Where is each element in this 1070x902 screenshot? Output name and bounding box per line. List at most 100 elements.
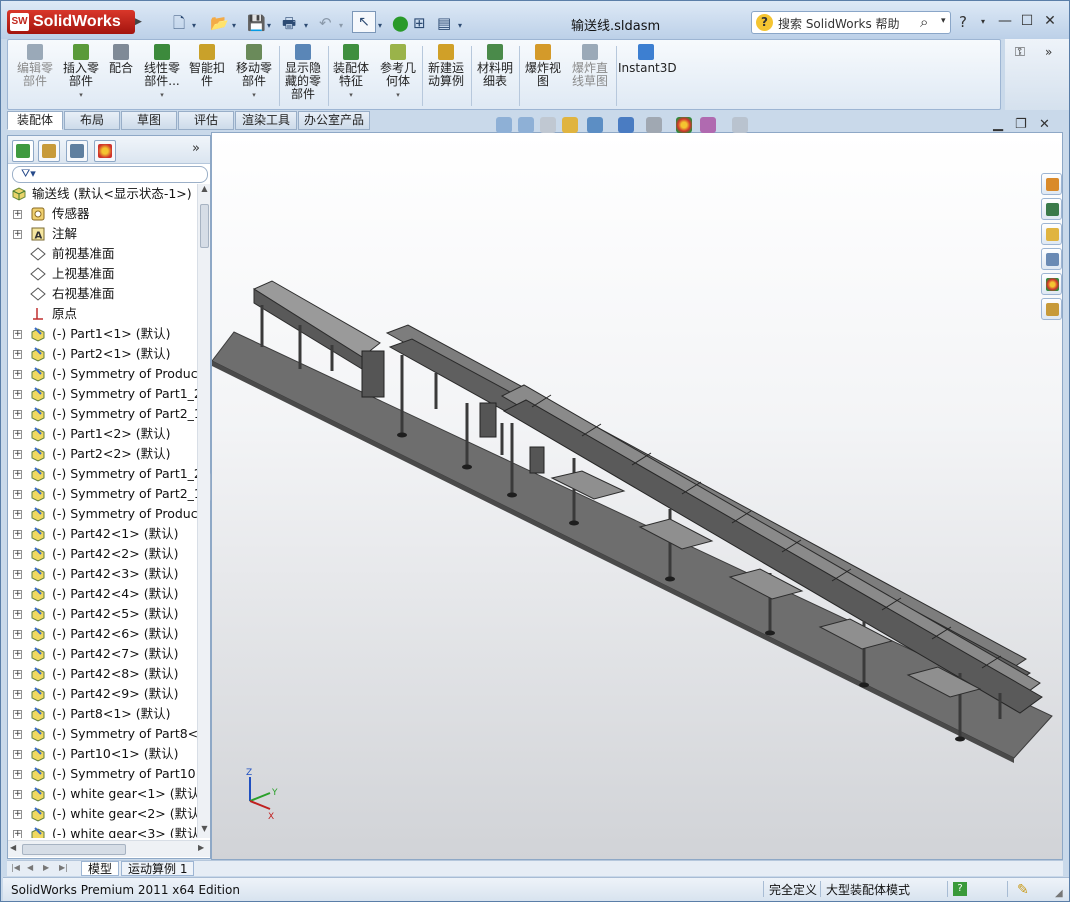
expand-toggle-icon[interactable]: + (13, 590, 22, 599)
expand-toggle-icon[interactable]: + (13, 470, 22, 479)
tree-component-item[interactable]: + (-) Part10<1> (默认) (8, 744, 198, 764)
tab-render-tools[interactable]: 渲染工具 (235, 111, 297, 130)
tree-root[interactable]: 输送线 (默认<显示状态-1>) (8, 184, 198, 204)
tree-component-item[interactable]: + (-) Part42<6> (默认) (8, 624, 198, 644)
expand-toggle-icon[interactable]: + (13, 670, 22, 679)
expand-toggle-icon[interactable]: + (13, 350, 22, 359)
insert-components-button[interactable]: 插入零 部件 ▾ (60, 44, 102, 102)
help-icon[interactable]: ? (959, 13, 967, 31)
tab-model[interactable]: 模型 (81, 861, 120, 876)
section-view-icon[interactable] (562, 117, 578, 133)
reference-geometry-button[interactable]: 参考几 何体 ▾ (376, 44, 420, 102)
new-dropdown-icon[interactable]: ▾ (192, 16, 196, 36)
expand-toggle-icon[interactable]: + (13, 610, 22, 619)
tree-component-item[interactable]: + (-) Part42<5> (默认) (8, 604, 198, 624)
viewport-minimize-icon[interactable]: ▁ (993, 117, 1003, 132)
show-hidden-components-button[interactable]: 显示隐 藏的零 部件 (281, 44, 325, 101)
h-scroll-thumb[interactable] (22, 844, 126, 855)
rebuild-traffic-light-icon[interactable]: ⬤ (392, 13, 409, 33)
tab-sketch[interactable]: 草图 (121, 111, 177, 130)
tab-office-products[interactable]: 办公室产品 (298, 111, 370, 130)
tree-component-item[interactable]: + (-) Part2<2> (默认) (8, 444, 198, 464)
undo-icon[interactable]: ↶ (319, 13, 332, 33)
tab-evaluate[interactable]: 评估 (178, 111, 234, 130)
expand-toggle-icon[interactable]: + (13, 810, 22, 819)
expand-toggle-icon[interactable]: + (13, 370, 22, 379)
edit-appearance-icon[interactable] (676, 117, 692, 133)
select-dropdown-icon[interactable]: ▾ (378, 16, 382, 36)
tree-item[interactable]: 原点 (8, 304, 198, 324)
tree-item[interactable]: 右视基准面 (8, 284, 198, 304)
exploded-view-button[interactable]: 爆炸视 图 (521, 44, 565, 88)
assembly-features-dropdown-icon[interactable]: ▾ (330, 89, 372, 102)
quick-tips-icon[interactable]: ✎ (1017, 880, 1029, 900)
bill-of-materials-button[interactable]: 材料明 细表 (473, 44, 517, 88)
tree-component-item[interactable]: + (-) Part42<2> (默认) (8, 544, 198, 564)
reference-geometry-dropdown-icon[interactable]: ▾ (376, 89, 420, 102)
scroll-right-icon[interactable]: ▶ (198, 843, 204, 852)
tab-layout[interactable]: 布局 (64, 111, 120, 130)
tree-component-item[interactable]: + (-) Symmetry of Part10< (8, 764, 198, 784)
tree-item[interactable]: + A 注解 (8, 224, 198, 244)
expand-toggle-icon[interactable]: + (13, 390, 22, 399)
tree-component-item[interactable]: + (-) Symmetry of Part1_2< (8, 464, 198, 484)
expand-toggle-icon[interactable]: + (13, 510, 22, 519)
tree-component-item[interactable]: + (-) Part42<9> (默认) (8, 684, 198, 704)
expand-toggle-icon[interactable]: + (13, 830, 22, 838)
tree-component-item[interactable]: + (-) Part8<1> (默认) (8, 704, 198, 724)
instant3d-button[interactable]: Instant3D (618, 44, 677, 75)
scroll-left-icon[interactable]: ◀ (10, 843, 16, 852)
expand-toggle-icon[interactable]: + (13, 570, 22, 579)
expand-toggle-icon[interactable]: + (13, 790, 22, 799)
undo-dropdown-icon[interactable]: ▾ (339, 16, 343, 36)
expand-toggle-icon[interactable]: + (13, 650, 22, 659)
expand-toggle-icon[interactable]: + (13, 630, 22, 639)
tree-component-item[interactable]: + (-) Part1<1> (默认) (8, 324, 198, 344)
apply-scene-icon[interactable] (700, 117, 716, 133)
viewport-close-icon[interactable]: ✕ (1039, 117, 1050, 132)
open-folder-icon[interactable]: 📂 (210, 13, 229, 33)
expand-toggle-icon[interactable]: + (13, 750, 22, 759)
design-library-tab[interactable] (1041, 198, 1062, 220)
help-dropdown-icon[interactable]: ▾ (981, 17, 985, 26)
expand-toggle-icon[interactable]: + (13, 410, 22, 419)
first-tab-icon[interactable]: |◀ (11, 863, 20, 872)
last-tab-icon[interactable]: ▶| (59, 863, 68, 872)
expand-toggle-icon[interactable]: + (13, 330, 22, 339)
viewport-restore-icon[interactable]: ❐ (1015, 117, 1027, 132)
save-icon[interactable]: 💾 (247, 13, 266, 33)
solidworks-resources-tab[interactable] (1041, 173, 1062, 195)
tree-component-item[interactable]: + (-) Part42<1> (默认) (8, 524, 198, 544)
tree-component-item[interactable]: + (-) Symmetry of Part2_1< (8, 404, 198, 424)
maximize-icon[interactable]: ☐ (1018, 12, 1036, 30)
tree-component-item[interactable]: + (-) Symmetry of Product1 (8, 364, 198, 384)
expand-toggle-icon[interactable]: + (13, 710, 22, 719)
mate-button[interactable]: 配合 (104, 44, 138, 75)
expand-toggle-icon[interactable]: + (13, 690, 22, 699)
property-manager-tab[interactable] (38, 140, 60, 162)
expand-toggle-icon[interactable]: + (13, 770, 22, 779)
view-palette-tab[interactable] (1041, 248, 1062, 270)
move-component-button[interactable]: 移动零 部件 ▾ (232, 44, 276, 102)
appearances-tab[interactable] (1041, 273, 1062, 295)
expand-ribbon-icon[interactable]: » (1045, 45, 1052, 59)
expand-toggle-icon[interactable]: + (13, 730, 22, 739)
file-explorer-tab[interactable] (1041, 223, 1062, 245)
smart-fasteners-button[interactable]: 智能扣 件 (186, 44, 228, 88)
tree-component-item[interactable]: + (-) Part42<8> (默认) (8, 664, 198, 684)
tab-assembly[interactable]: 装配体 (7, 111, 63, 130)
panel-expand-icon[interactable]: » (192, 141, 200, 156)
open-dropdown-icon[interactable]: ▾ (232, 16, 236, 36)
scroll-up-icon[interactable]: ▲ (199, 184, 210, 198)
help-status-icon[interactable]: ? (953, 882, 967, 896)
tree-item[interactable]: + 传感器 (8, 204, 198, 224)
tree-component-item[interactable]: + (-) Part42<7> (默认) (8, 644, 198, 664)
expand-toggle-icon[interactable]: + (13, 430, 22, 439)
tree-component-item[interactable]: + (-) Symmetry of Part8<1 (8, 724, 198, 744)
tree-item[interactable]: 前视基准面 (8, 244, 198, 264)
previous-view-icon[interactable] (540, 117, 556, 133)
print-icon[interactable]: 🖶 (282, 13, 296, 33)
solidworks-logo[interactable]: SW SolidWorks (7, 10, 135, 34)
assembly-features-button[interactable]: 装配体 特征 ▾ (330, 44, 372, 102)
scroll-thumb[interactable] (200, 204, 209, 248)
